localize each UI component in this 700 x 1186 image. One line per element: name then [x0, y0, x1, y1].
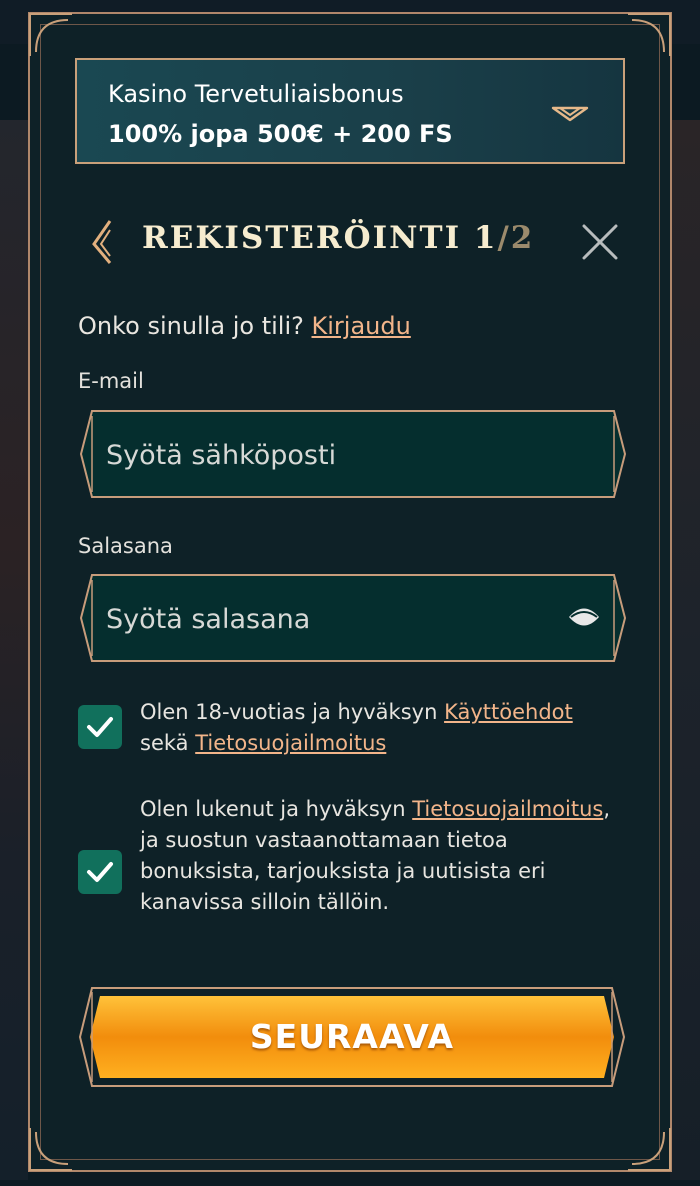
- consent-text: Olen 18-vuotias ja hyväksyn: [140, 700, 445, 724]
- bonus-value: 100% jopa 500€ + 200 FS: [108, 120, 453, 148]
- marketing-consent-text: Olen lukenut ja hyväksyn Tietosuojailmoi…: [140, 794, 630, 918]
- step-label: REKISTERÖINTI 1: [142, 220, 498, 256]
- login-prompt: Onko sinulla jo tili? Kirjaudu: [78, 312, 411, 340]
- login-prompt-text: Onko sinulla jo tili?: [78, 312, 304, 340]
- password-field-wrapper: [80, 574, 626, 662]
- marketing-consent-checkbox[interactable]: [78, 850, 122, 894]
- corner-ornament-icon: [628, 13, 671, 56]
- password-label: Salasana: [78, 534, 173, 558]
- bonus-dropdown[interactable]: Kasino Tervetuliaisbonus 100% jopa 500€ …: [75, 58, 625, 164]
- login-link[interactable]: Kirjaudu: [312, 312, 411, 340]
- consent-text: Olen lukenut ja hyväksyn: [140, 797, 413, 821]
- close-icon[interactable]: [580, 222, 620, 262]
- privacy-link[interactable]: Tietosuojailmoitus: [412, 797, 603, 821]
- terms-link[interactable]: Käyttöehdot: [444, 700, 573, 724]
- next-button[interactable]: SEURAAVA: [78, 986, 626, 1088]
- eye-icon[interactable]: [568, 604, 600, 630]
- email-field[interactable]: [104, 428, 548, 482]
- email-field-wrapper: [80, 410, 626, 498]
- page-title: REKISTERÖINTI 1/2: [142, 220, 534, 256]
- corner-ornament-icon: [29, 1128, 72, 1171]
- checkmark-icon: [87, 862, 113, 882]
- bonus-title: Kasino Tervetuliaisbonus: [108, 80, 404, 108]
- chevron-left-icon[interactable]: [88, 218, 118, 266]
- background-left: [0, 120, 28, 1180]
- chevron-down-icon: [551, 106, 589, 122]
- email-label: E-mail: [78, 369, 144, 393]
- step-total: /2: [497, 220, 535, 256]
- registration-modal: Kasino Tervetuliaisbonus 100% jopa 500€ …: [28, 12, 672, 1172]
- corner-ornament-icon: [29, 13, 72, 56]
- password-field[interactable]: [104, 592, 548, 646]
- consent-text: sekä: [140, 731, 196, 755]
- age-terms-consent-text: Olen 18-vuotias ja hyväksyn Käyttöehdot s…: [140, 697, 630, 759]
- checkmark-icon: [87, 717, 113, 737]
- next-button-label: SEURAAVA: [249, 1017, 455, 1056]
- age-terms-checkbox[interactable]: [78, 705, 122, 749]
- background-right: [670, 120, 700, 1180]
- corner-ornament-icon: [628, 1128, 671, 1171]
- privacy-link[interactable]: Tietosuojailmoitus: [195, 731, 386, 755]
